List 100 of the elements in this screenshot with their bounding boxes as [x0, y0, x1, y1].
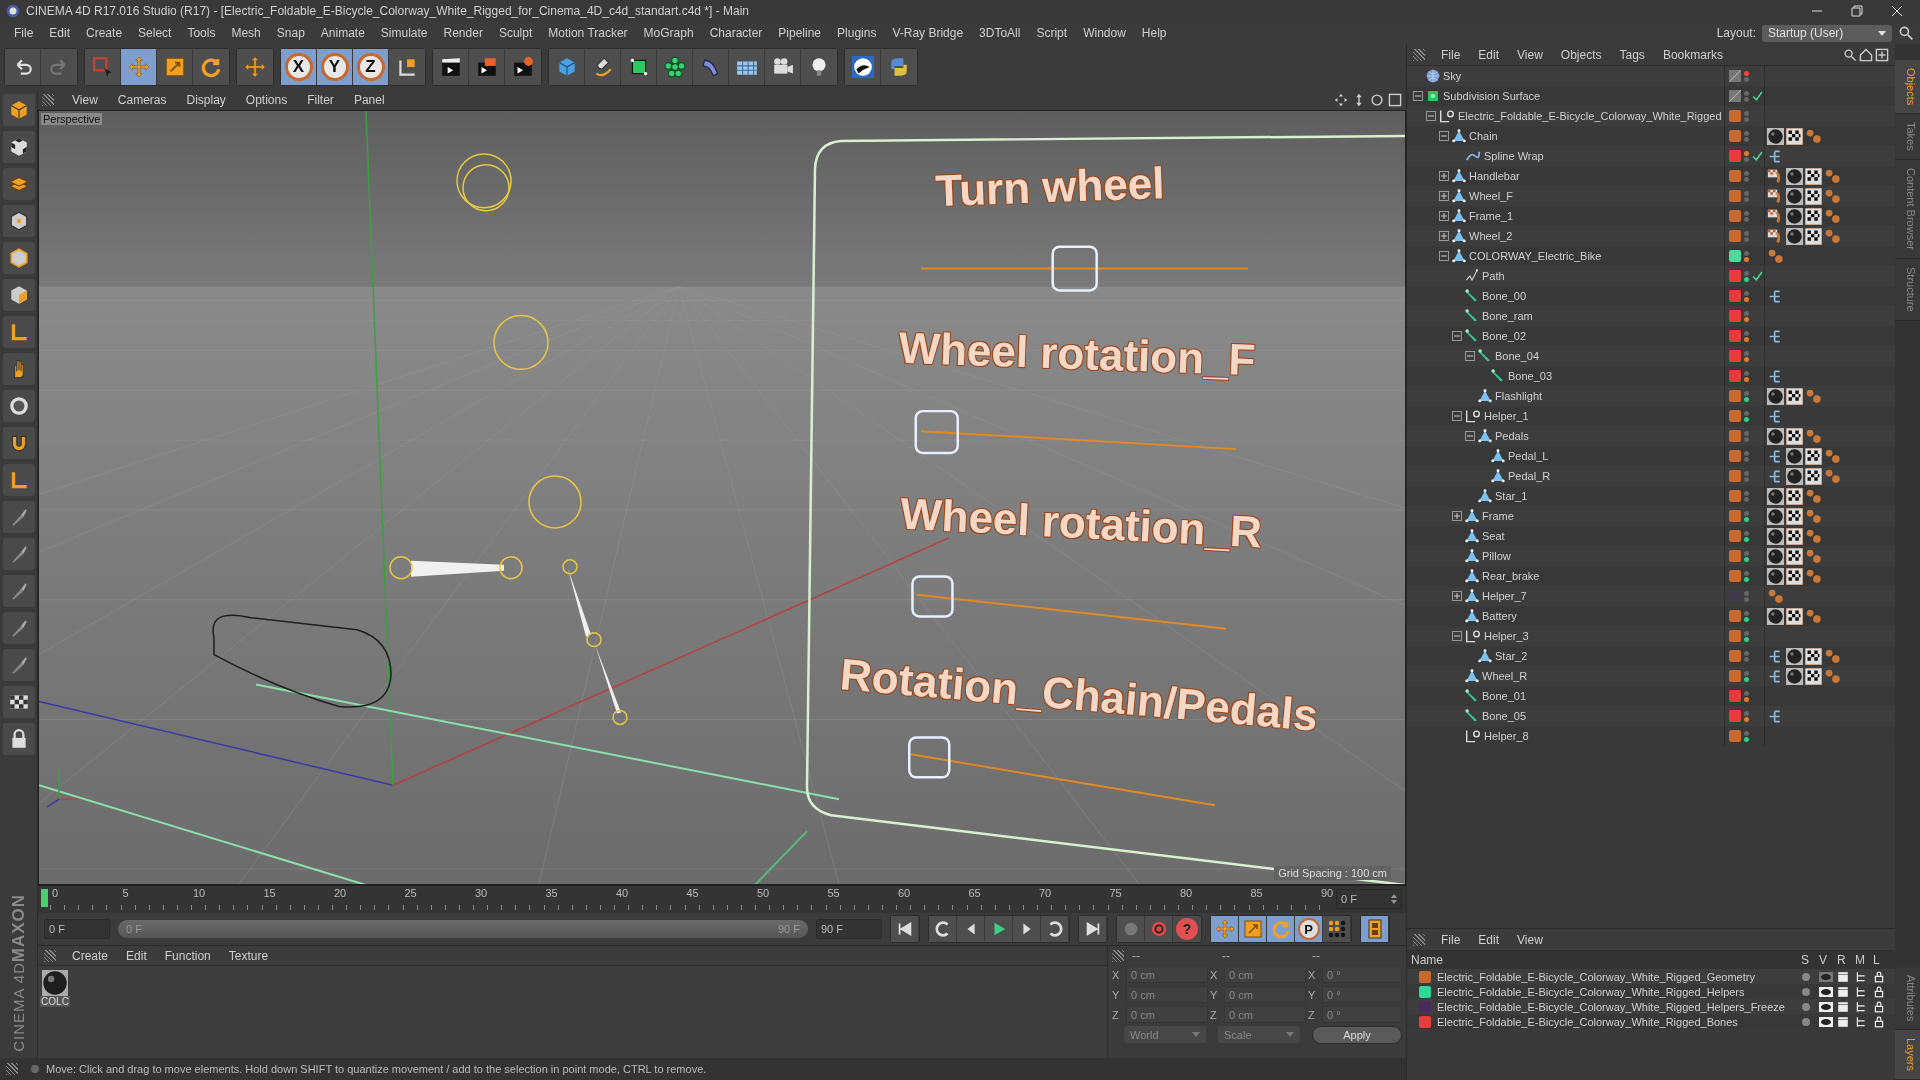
object-name[interactable]: Flashlight: [1495, 390, 1543, 402]
object-name[interactable]: Seat: [1482, 530, 1505, 542]
layer-name[interactable]: Electric_Foldable_E-Bicycle_Colorway_White_Rigged_Bones: [1437, 1015, 1801, 1028]
menu-item[interactable]: Edit: [1470, 932, 1508, 947]
menu-item[interactable]: Display: [178, 93, 234, 107]
tick-label: 30: [475, 887, 488, 899]
object-name[interactable]: COLORWAY_Electric_Bike: [1469, 250, 1602, 262]
menu-item[interactable]: Window: [1075, 26, 1134, 40]
menu-item[interactable]: MoGraph: [635, 26, 702, 40]
object-name[interactable]: Chain: [1469, 130, 1498, 142]
menu-item[interactable]: File: [6, 26, 42, 40]
tick-label: 35: [545, 887, 558, 899]
end-frame-field[interactable]: 90 F: [816, 919, 882, 939]
object-name[interactable]: Wheel_2: [1469, 230, 1513, 242]
grid-spacing-label: Grid Spacing : 100 cm: [1274, 866, 1391, 880]
object-name[interactable]: Rear_brake: [1482, 570, 1540, 582]
axis-lock-button[interactable]: X: [281, 49, 317, 85]
column-header: Name: [1411, 953, 1444, 967]
menu-item[interactable]: V-Ray Bridge: [884, 26, 972, 40]
object-name[interactable]: Pedal_L: [1508, 450, 1549, 462]
menu-item[interactable]: Function: [156, 948, 219, 963]
menu-item[interactable]: Objects: [1552, 47, 1610, 62]
object-name[interactable]: Star_1: [1495, 490, 1528, 502]
menu-item[interactable]: Pipeline: [770, 26, 830, 40]
menu-item[interactable]: Sculpt: [490, 26, 541, 40]
menu-item[interactable]: View: [1509, 47, 1551, 62]
help-button[interactable]: ?: [1176, 918, 1198, 940]
tick-label: 10: [193, 887, 206, 899]
menu-item[interactable]: Options: [237, 93, 296, 107]
menu-item[interactable]: Script: [1028, 26, 1076, 40]
menu-item[interactable]: Create: [78, 26, 131, 40]
menu-item[interactable]: Edit: [118, 948, 155, 963]
object-name[interactable]: Bone_00: [1482, 290, 1527, 302]
menu-item[interactable]: Panel: [345, 93, 393, 107]
menu-item[interactable]: Mesh: [223, 26, 269, 40]
object-name[interactable]: Wheel_F: [1469, 190, 1514, 202]
object-name[interactable]: Path: [1482, 270, 1505, 282]
object-name[interactable]: Bone_03: [1508, 370, 1553, 382]
parameter-key-button[interactable]: P: [1295, 916, 1323, 942]
object-name[interactable]: Handlebar: [1469, 170, 1520, 182]
tick-label: 65: [968, 887, 981, 899]
control-label: Wheel rotation_R: [899, 488, 1263, 558]
object-name[interactable]: Sky: [1443, 70, 1462, 82]
menu-item[interactable]: Render: [435, 26, 491, 40]
side-tab[interactable]: Layers: [1895, 1029, 1920, 1080]
object-name[interactable]: Spline Wrap: [1484, 150, 1544, 162]
menu-item[interactable]: Edit: [41, 26, 79, 40]
layout-dropdown[interactable]: Startup (User): [1762, 24, 1892, 42]
object-name[interactable]: Bone_01: [1482, 690, 1527, 702]
object-name[interactable]: Helper_7: [1482, 590, 1527, 602]
object-name[interactable]: Subdivision Surface: [1443, 90, 1541, 102]
status-text: Move: Click and drag to move elements. Hold down SHIFT to quantize movement / add to the selection in point mode, CTRL to remove.: [46, 1063, 707, 1075]
apply-button[interactable]: Apply: [1312, 1026, 1402, 1044]
object-name[interactable]: Bone_04: [1495, 350, 1540, 362]
column-header: M: [1855, 953, 1866, 967]
menu-item[interactable]: File: [1433, 932, 1469, 947]
menu-item[interactable]: Tags: [1611, 47, 1653, 62]
menu-item[interactable]: Animate: [312, 26, 373, 40]
object-name[interactable]: Helper_3: [1484, 630, 1529, 642]
object-name[interactable]: Wheel_R: [1482, 670, 1528, 682]
menu-item[interactable]: Motion Tracker: [540, 26, 636, 40]
axis-lock-button[interactable]: Z: [353, 49, 389, 85]
object-name[interactable]: Pillow: [1482, 550, 1511, 562]
menu-item[interactable]: Texture: [220, 948, 277, 963]
menu-item[interactable]: Edit: [1470, 47, 1508, 62]
object-name[interactable]: Pedal_R: [1508, 470, 1551, 482]
frame-field[interactable]: 0 F: [1336, 889, 1402, 909]
object-name[interactable]: Battery: [1482, 610, 1517, 622]
axis-lock-button[interactable]: Y: [317, 49, 353, 85]
start-frame-field[interactable]: 0 F: [44, 919, 110, 939]
object-name[interactable]: Bone_ram: [1482, 310, 1533, 322]
object-name[interactable]: Frame_1: [1469, 210, 1514, 222]
tick-label: 50: [757, 887, 770, 899]
object-name[interactable]: Bone_05: [1482, 710, 1527, 722]
menu-item[interactable]: Select: [130, 26, 180, 40]
object-name[interactable]: Bone_02: [1482, 330, 1527, 342]
menu-item[interactable]: Filter: [299, 93, 342, 107]
menu-item[interactable]: Cameras: [109, 93, 175, 107]
object-name[interactable]: Frame: [1482, 510, 1514, 522]
axis-label: X: [1112, 968, 1121, 981]
menu-item[interactable]: File: [1433, 47, 1469, 62]
camera-label: Perspective: [41, 113, 103, 125]
layer-name[interactable]: Electric_Foldable_E-Bicycle_Colorway_White_Rigged_Helpers: [1437, 985, 1801, 998]
object-name[interactable]: Pedals: [1495, 430, 1529, 442]
menu-item[interactable]: Bookmarks: [1654, 47, 1731, 62]
menu-item[interactable]: Tools: [179, 26, 224, 40]
menu-item[interactable]: 3DToAll: [971, 26, 1029, 40]
object-name[interactable]: Star_2: [1495, 650, 1528, 662]
menu-item[interactable]: Snap: [268, 26, 313, 40]
side-tab[interactable]: Objects: [1895, 60, 1920, 115]
object-name[interactable]: Helper_8: [1484, 730, 1529, 742]
menu-item[interactable]: View: [64, 93, 106, 107]
menu-item[interactable]: Simulate: [372, 26, 436, 40]
axis-label: X: [1210, 968, 1219, 981]
menu-item[interactable]: Create: [64, 948, 117, 963]
object-name[interactable]: Helper_1: [1484, 410, 1529, 422]
menu-item[interactable]: View: [1509, 932, 1551, 947]
menu-item[interactable]: Plugins: [829, 26, 885, 40]
menu-item[interactable]: Help: [1133, 26, 1175, 40]
menu-item[interactable]: Character: [701, 26, 771, 40]
